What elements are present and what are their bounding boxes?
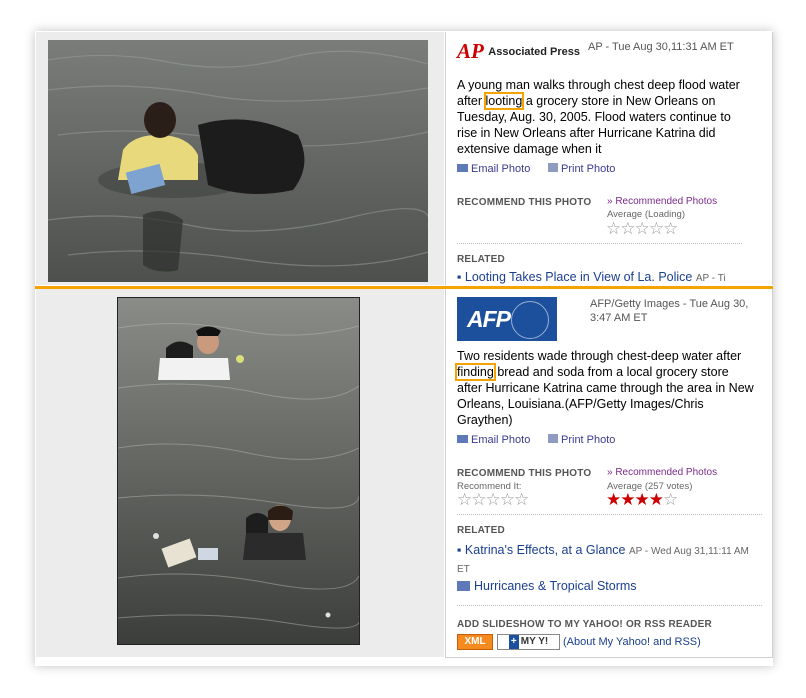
related-heading: RELATED bbox=[457, 254, 505, 265]
wading-photo-image bbox=[118, 298, 359, 644]
xml-button[interactable]: XML bbox=[457, 634, 493, 650]
camera-icon bbox=[457, 581, 470, 591]
about-rss-link[interactable]: (About My Yahoo! and RSS) bbox=[563, 636, 701, 648]
recommended-photos-link[interactable]: » Recommended Photos bbox=[607, 467, 717, 478]
separator bbox=[457, 243, 742, 244]
recommend-heading: RECOMMEND THIS PHOTO bbox=[457, 468, 592, 479]
printer-icon bbox=[548, 163, 558, 172]
average-stars: ★★★★☆ bbox=[606, 490, 678, 509]
star-filled: ★ bbox=[620, 490, 635, 509]
flood-photo-image bbox=[48, 40, 428, 282]
star-filled: ★ bbox=[606, 490, 621, 509]
recommended-photos-link[interactable]: » Recommended Photos bbox=[607, 196, 717, 207]
separator bbox=[457, 514, 762, 515]
star-empty: ☆ bbox=[663, 490, 678, 509]
star-filled: ★ bbox=[634, 490, 650, 509]
top-photo[interactable] bbox=[48, 40, 428, 282]
highlighted-word: finding bbox=[455, 363, 496, 381]
envelope-icon bbox=[457, 164, 468, 172]
recommend-it-stars[interactable]: ☆☆☆☆☆ bbox=[457, 491, 529, 508]
average-stars: ☆☆☆☆☆ bbox=[606, 219, 678, 238]
my-yahoo-button[interactable]: + MY Y! bbox=[497, 634, 560, 650]
photo-caption: A young man walks through chest deep flo… bbox=[457, 78, 740, 156]
highlighted-word: looting bbox=[483, 92, 525, 110]
separator bbox=[457, 605, 762, 606]
photo-caption: Two residents wade through chest-deep wa… bbox=[455, 349, 754, 427]
envelope-icon bbox=[457, 435, 468, 443]
plus-icon: + bbox=[508, 635, 519, 649]
afp-logo[interactable]: AFP bbox=[457, 297, 557, 341]
email-photo-link[interactable]: Email Photo bbox=[457, 163, 530, 175]
related-link[interactable]: ▪ Looting Takes Place in View of La. Pol… bbox=[457, 270, 741, 284]
photo-source: AFP/Getty Images - Tue Aug 30, 3:47 AM E… bbox=[590, 298, 749, 324]
print-photo-link[interactable]: Print Photo bbox=[548, 434, 615, 446]
recommend-heading: RECOMMEND THIS PHOTO bbox=[457, 197, 592, 208]
print-photo-link[interactable]: Print Photo bbox=[548, 163, 615, 175]
related-heading: RELATED bbox=[457, 525, 505, 536]
related-topic-link[interactable]: Hurricanes & Tropical Storms bbox=[457, 579, 637, 593]
top-info-panel bbox=[445, 32, 773, 285]
star-filled: ★ bbox=[648, 490, 664, 509]
related-link[interactable]: ▪ Katrina's Effects, at a Glance AP - We… bbox=[457, 542, 757, 578]
bottom-photo[interactable] bbox=[117, 297, 360, 645]
printer-icon bbox=[548, 434, 558, 443]
ap-logo[interactable]: AP Associated Press bbox=[457, 39, 582, 63]
slideshow-heading: ADD SLIDESHOW TO MY YAHOO! OR RSS READER bbox=[457, 619, 712, 630]
email-photo-link[interactable]: Email Photo bbox=[457, 434, 530, 446]
photo-source: AP - Tue Aug 30,11:31 AM ET bbox=[588, 41, 734, 53]
